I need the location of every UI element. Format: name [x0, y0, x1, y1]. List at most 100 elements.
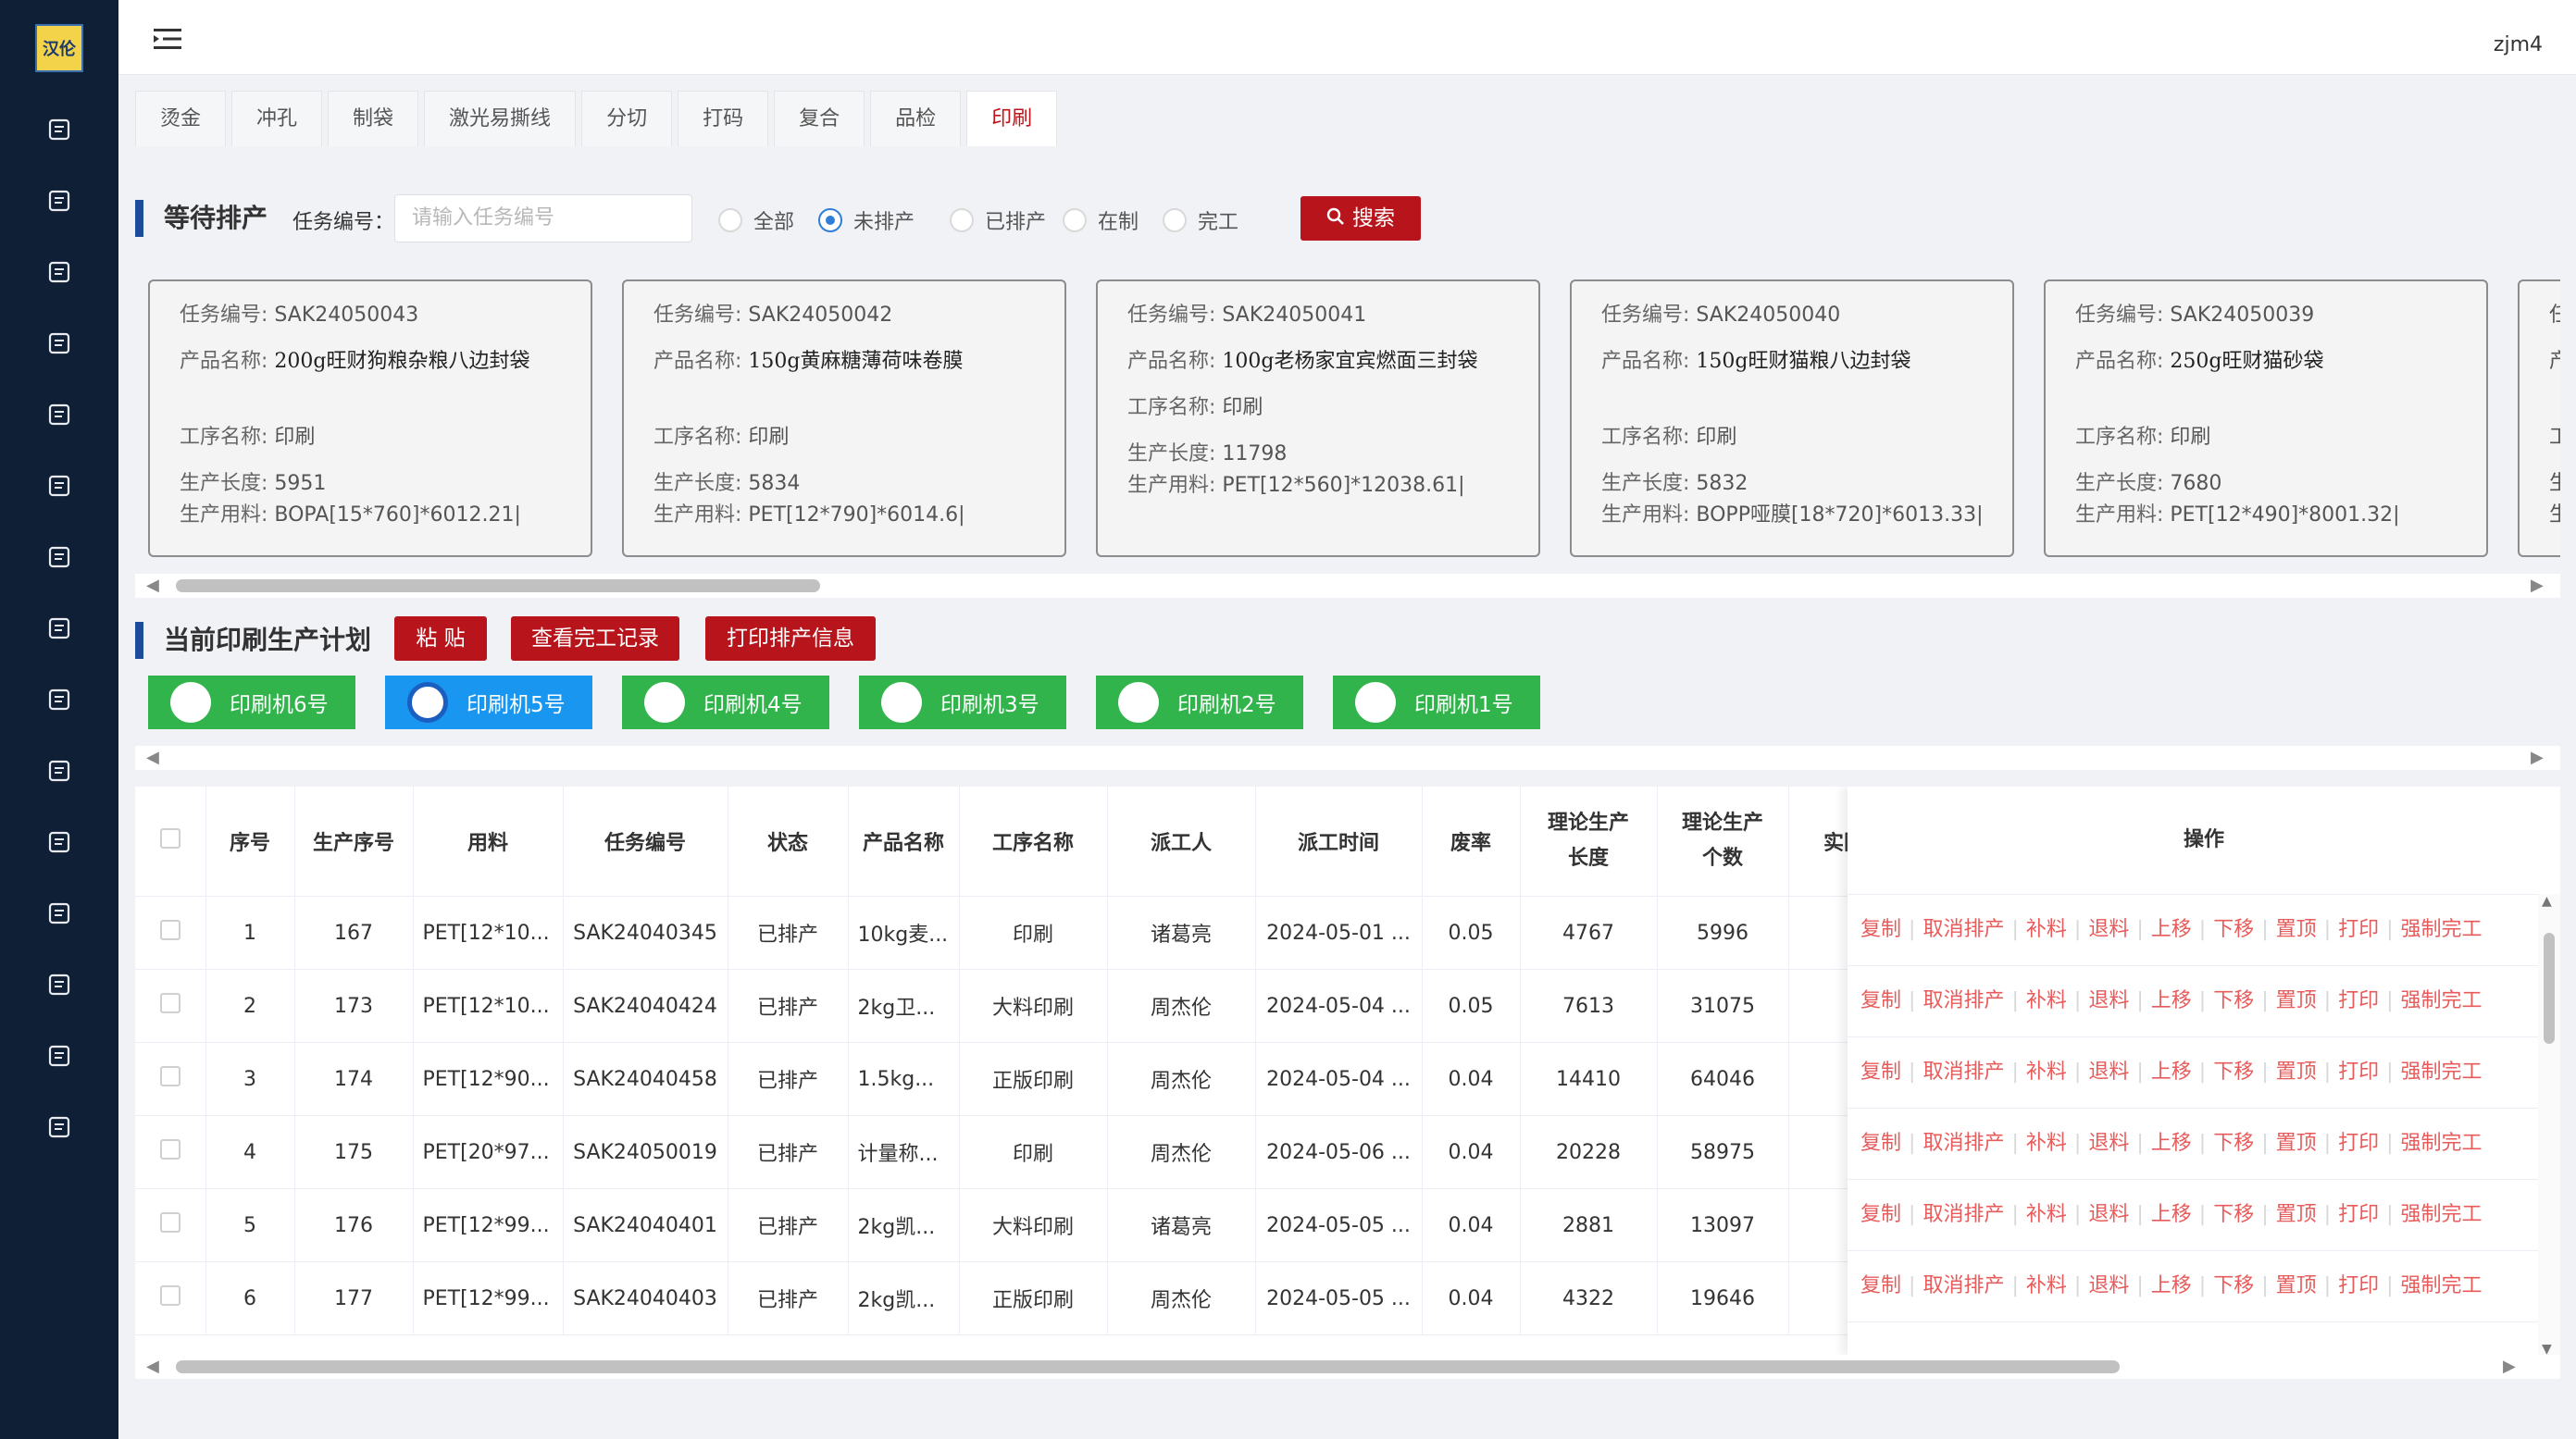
printer-machine-button[interactable]: 印刷机1号 — [1333, 676, 1540, 729]
op-link-7[interactable]: 打印 — [2338, 989, 2379, 1012]
op-link-2[interactable]: 补料 — [2026, 918, 2067, 941]
paste-button[interactable]: 粘 贴 — [394, 616, 487, 661]
order-icon[interactable] — [46, 259, 72, 285]
tab-7[interactable]: 品检 — [870, 91, 962, 146]
scroll-right-arrow-icon[interactable]: ▶ — [2531, 574, 2544, 598]
op-link-7[interactable]: 打印 — [2338, 1203, 2379, 1226]
waiting-card[interactable]: 任务编号: SAK24050040 产品名称: 150g旺财猫粮八边封袋 工序名称:… — [1570, 279, 2014, 557]
op-link-6[interactable]: 置顶 — [2276, 1132, 2317, 1155]
row-checkbox-cell[interactable] — [135, 1261, 206, 1335]
row-checkbox-cell[interactable] — [135, 1188, 206, 1262]
waiting-card[interactable]: 任务编号: SAK24050039 产品名称: 250g旺财猫砂袋 工序名称: 印刷… — [2044, 279, 2488, 557]
op-link-5[interactable]: 下移 — [2213, 918, 2254, 941]
package-icon[interactable] — [46, 758, 72, 784]
tab-8[interactable]: 印刷 — [966, 91, 1058, 146]
table-row[interactable]: 4 175 PET[20*97... SAK24050019 已排产 计量称... 印刷 周杰… — [135, 1115, 1900, 1189]
calendar-icon[interactable] — [46, 402, 72, 428]
printer-machine-button[interactable]: 印刷机2号 — [1096, 676, 1303, 729]
op-link-6[interactable]: 置顶 — [2276, 1274, 2317, 1297]
view-completed-button[interactable]: 查看完工记录 — [511, 616, 679, 661]
device-icon[interactable] — [46, 1043, 72, 1069]
op-link-0[interactable]: 复制 — [1860, 989, 1901, 1012]
vscroll-up-icon[interactable]: ▲ — [2542, 894, 2552, 909]
table-scrollbar-thumb[interactable] — [176, 1360, 2120, 1373]
printer-machine-button[interactable]: 印刷机3号 — [859, 676, 1066, 729]
cards-scrollbar-thumb[interactable] — [176, 579, 820, 592]
row-checkbox-cell[interactable] — [135, 1115, 206, 1189]
select-all-checkbox[interactable] — [159, 828, 180, 849]
box-icon[interactable] — [46, 188, 72, 214]
op-link-3[interactable]: 退料 — [2088, 918, 2129, 941]
filter-radio-1[interactable]: 未排产 — [818, 205, 915, 235]
op-link-3[interactable]: 退料 — [2088, 1203, 2129, 1226]
op-link-3[interactable]: 退料 — [2088, 1274, 2129, 1297]
waiting-card[interactable]: 任务编号: SAK24050041 产品名称: 100g老杨家宜宾燃面三封袋 工序名… — [1096, 279, 1540, 557]
table-row[interactable]: 2 173 PET[12*10... SAK24040424 已排产 2kg卫... 大料印… — [135, 969, 1900, 1043]
print-schedule-button[interactable]: 打印排产信息 — [705, 616, 876, 661]
table-row[interactable]: 1 167 PET[12*10... SAK24040345 已排产 10kg麦... 印刷… — [135, 896, 1900, 970]
row-checkbox[interactable] — [159, 1285, 180, 1306]
op-link-4[interactable]: 上移 — [2151, 1132, 2192, 1155]
op-link-2[interactable]: 补料 — [2026, 1061, 2067, 1084]
table-vscroll-thumb[interactable] — [2544, 933, 2555, 1044]
doc-icon[interactable] — [46, 330, 72, 356]
op-link-7[interactable]: 打印 — [2338, 918, 2379, 941]
filter-radio-4[interactable]: 完工 — [1163, 205, 1238, 235]
op-link-2[interactable]: 补料 — [2026, 989, 2067, 1012]
op-link-1[interactable]: 取消排产 — [1923, 1203, 2004, 1226]
op-link-2[interactable]: 补料 — [2026, 1274, 2067, 1297]
radio-dot-icon[interactable] — [718, 208, 742, 232]
row-checkbox[interactable] — [159, 1139, 180, 1160]
row-checkbox-cell[interactable] — [135, 969, 206, 1043]
op-link-1[interactable]: 取消排产 — [1923, 1132, 2004, 1155]
table-scrollbar[interactable] — [135, 1355, 2560, 1379]
op-link-6[interactable]: 置顶 — [2276, 1061, 2317, 1084]
task-number-input[interactable]: 请输入任务编号 — [394, 194, 692, 242]
row-checkbox[interactable] — [159, 1212, 180, 1233]
op-link-6[interactable]: 置顶 — [2276, 1203, 2317, 1226]
cards-scrollbar[interactable] — [135, 574, 2560, 598]
op-link-0[interactable]: 复制 — [1860, 1274, 1901, 1297]
op-link-8[interactable]: 强制完工 — [2401, 918, 2483, 941]
filter-radio-3[interactable]: 在制 — [1063, 205, 1139, 235]
user-name[interactable]: zjm4 — [2494, 33, 2543, 56]
op-link-6[interactable]: 置顶 — [2276, 918, 2317, 941]
tab-4[interactable]: 分切 — [581, 91, 673, 146]
row-checkbox[interactable] — [159, 920, 180, 940]
row-checkbox[interactable] — [159, 993, 180, 1013]
op-link-8[interactable]: 强制完工 — [2401, 1061, 2483, 1084]
op-link-1[interactable]: 取消排产 — [1923, 989, 2004, 1012]
waiting-card[interactable]: 任务编号: SAK24050042 产品名称: 150g黄麻糖薄荷味卷膜 工序名称:… — [622, 279, 1066, 557]
op-link-3[interactable]: 退料 — [2088, 1061, 2129, 1084]
op-link-0[interactable]: 复制 — [1860, 1061, 1901, 1084]
waiting-card[interactable]: 任务编号: SAK24050043 产品名称: 200g旺财狗粮杂粮八边封袋 工序名… — [148, 279, 592, 557]
op-link-4[interactable]: 上移 — [2151, 1274, 2192, 1297]
media-icon[interactable] — [46, 687, 72, 713]
tab-5[interactable]: 打码 — [678, 91, 769, 146]
op-link-5[interactable]: 下移 — [2213, 1203, 2254, 1226]
printer-machine-button[interactable]: 印刷机4号 — [622, 676, 829, 729]
filter-radio-0[interactable]: 全部 — [718, 205, 794, 235]
op-link-5[interactable]: 下移 — [2213, 989, 2254, 1012]
op-link-8[interactable]: 强制完工 — [2401, 1274, 2483, 1297]
op-link-1[interactable]: 取消排产 — [1923, 1061, 2004, 1084]
form-icon[interactable] — [46, 900, 72, 926]
radio-dot-icon[interactable] — [1063, 208, 1087, 232]
op-link-5[interactable]: 下移 — [2213, 1132, 2254, 1155]
shield-icon[interactable] — [46, 1114, 72, 1140]
row-checkbox-cell[interactable] — [135, 896, 206, 970]
table-row[interactable]: 6 177 PET[12*99... SAK24040403 已排产 2kg凯... 正版印… — [135, 1261, 1900, 1335]
op-link-7[interactable]: 打印 — [2338, 1274, 2379, 1297]
tab-3[interactable]: 激光易撕线 — [424, 91, 577, 146]
machines-scroll-left-icon[interactable]: ◀ — [146, 746, 159, 770]
op-link-1[interactable]: 取消排产 — [1923, 1274, 2004, 1297]
tab-6[interactable]: 复合 — [774, 91, 865, 146]
machines-scroll-right-icon[interactable]: ▶ — [2531, 746, 2544, 770]
radio-dot-icon[interactable] — [1163, 208, 1187, 232]
warehouse-icon[interactable] — [46, 972, 72, 998]
tab-2[interactable]: 制袋 — [328, 91, 419, 146]
search-button[interactable]: 搜索 — [1300, 196, 1421, 241]
table-row[interactable]: 5 176 PET[12*99... SAK24040401 已排产 2kg凯... 大料印… — [135, 1188, 1900, 1262]
table-row[interactable]: 3 174 PET[12*90... SAK24040458 已排产 1.5kg... 正版… — [135, 1042, 1900, 1116]
tab-0[interactable]: 烫金 — [135, 91, 227, 146]
